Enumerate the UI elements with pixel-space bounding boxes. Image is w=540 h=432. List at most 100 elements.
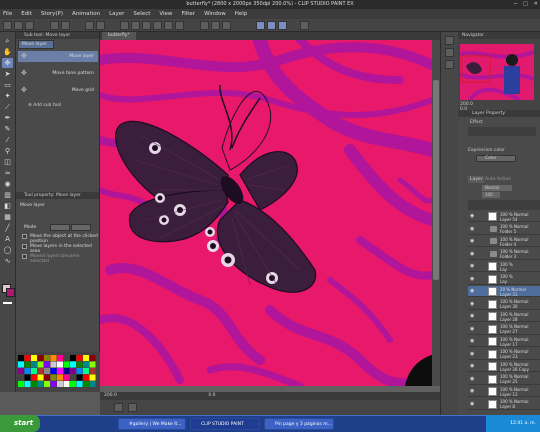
pen-tool-icon[interactable]: ✒ — [2, 113, 13, 123]
color-swatch[interactable] — [89, 381, 96, 387]
canvas-tab[interactable]: butterfly* — [102, 32, 136, 40]
maximize-button[interactable]: □ — [523, 0, 528, 9]
menu-story[interactable]: Story(P) — [41, 11, 63, 17]
shrink-selection-icon[interactable] — [222, 21, 231, 30]
visibility-eye-icon[interactable]: ◉ — [470, 401, 474, 407]
color-swatch[interactable] — [76, 374, 83, 381]
color-swatch[interactable] — [83, 361, 89, 368]
layer-row[interactable]: ◉ 100 % Normal Layer 12 — [468, 386, 540, 397]
visibility-eye-icon[interactable]: ◉ — [470, 364, 474, 369]
visibility-eye-icon[interactable]: ◉ — [470, 389, 474, 394]
visibility-eye-icon[interactable]: ◉ — [470, 251, 474, 257]
effect-buttons[interactable] — [468, 127, 536, 136]
visibility-eye-icon[interactable]: ◉ — [470, 276, 474, 282]
eyedropper-icon[interactable]: ⟋ — [2, 102, 13, 112]
snap-ruler-icon[interactable] — [256, 21, 265, 30]
color-swatch[interactable] — [70, 355, 76, 361]
layer-tab[interactable]: Layer — [468, 176, 484, 183]
option-checkbox-3[interactable] — [22, 254, 27, 259]
correct-line-icon[interactable]: ∿ — [2, 256, 13, 266]
color-swatch[interactable] — [50, 361, 57, 368]
color-swatch[interactable] — [50, 368, 57, 374]
assets-icon[interactable] — [61, 21, 70, 30]
clip-studio-icon[interactable] — [50, 21, 59, 30]
color-swatch[interactable] — [50, 381, 57, 387]
color-swatch[interactable] — [24, 381, 31, 387]
color-swatch[interactable] — [89, 355, 96, 361]
expression-color-select[interactable]: Color — [476, 155, 516, 162]
color-swatch[interactable] — [44, 374, 50, 381]
gradient-icon[interactable]: ▥ — [2, 190, 13, 200]
color-swatch[interactable] — [83, 374, 89, 381]
color-swatch[interactable] — [57, 361, 63, 368]
page-list-icon[interactable] — [128, 403, 137, 412]
visibility-eye-icon[interactable]: ◉ — [470, 326, 474, 332]
color-swatch[interactable] — [76, 368, 83, 374]
scrollbar-thumb[interactable] — [433, 80, 439, 280]
color-swatch[interactable] — [50, 374, 57, 381]
blend-tool-icon[interactable]: ≈ — [2, 168, 13, 178]
color-swatch[interactable] — [31, 355, 37, 361]
color-swatch[interactable] — [18, 361, 24, 368]
clear-icon[interactable] — [120, 21, 129, 30]
color-swatch[interactable] — [89, 368, 96, 374]
minimize-button[interactable]: ─ — [514, 0, 517, 9]
opacity-input[interactable]: 100 — [482, 192, 500, 198]
transparent-color-icon[interactable] — [3, 302, 12, 304]
menu-window[interactable]: Window — [204, 11, 226, 17]
color-swatch[interactable] — [89, 361, 96, 368]
layer-row[interactable]: ◉ 100 % Normal Layer 26 Copy — [468, 361, 540, 372]
visibility-eye-icon[interactable]: ◉ — [470, 314, 474, 319]
grid-icon[interactable] — [300, 21, 309, 30]
transform-icon[interactable] — [142, 21, 151, 30]
visibility-eye-icon[interactable]: ◉ — [470, 226, 474, 232]
color-swatch[interactable] — [83, 368, 89, 374]
taskbar-item-pinterest[interactable]: Pin page y 3 páginas m... — [264, 418, 334, 430]
color-swatch[interactable] — [44, 361, 50, 368]
crop-icon[interactable] — [200, 21, 209, 30]
snap-special-ruler-icon[interactable] — [267, 21, 276, 30]
color-swatch[interactable] — [63, 368, 70, 374]
layer-row[interactable]: ◉ 100 % Normal Layer 23 — [468, 349, 540, 360]
taskbar-item-browser[interactable]: #gallery | We Make It... — [118, 418, 186, 430]
color-swatch[interactable] — [24, 361, 31, 368]
mode-layer-button[interactable] — [50, 224, 70, 231]
item-bank-icon[interactable] — [445, 60, 454, 69]
invert-selection-icon[interactable] — [164, 21, 173, 30]
layer-row[interactable]: ◉ 100 % Normal Layer 54 — [468, 211, 540, 222]
new-file-icon[interactable] — [3, 21, 12, 30]
color-swatch[interactable] — [70, 374, 76, 381]
visibility-eye-icon[interactable]: ◉ — [470, 301, 474, 307]
menu-layer[interactable]: Layer — [109, 11, 124, 17]
visibility-eye-icon[interactable]: ◉ — [470, 239, 474, 244]
color-swatch[interactable] — [76, 355, 83, 361]
close-button[interactable]: ✕ — [534, 0, 538, 9]
color-swatch[interactable] — [57, 374, 63, 381]
pencil-tool-icon[interactable]: ✎ — [2, 124, 13, 134]
color-swatch[interactable] — [18, 381, 24, 387]
hand-tool-icon[interactable]: ✋ — [2, 47, 13, 57]
snap-grid-icon[interactable] — [278, 21, 287, 30]
color-swatch[interactable] — [31, 374, 37, 381]
color-swatch[interactable] — [37, 368, 44, 374]
menu-file[interactable]: File — [3, 11, 12, 17]
select-all-icon[interactable] — [175, 21, 184, 30]
color-swatch[interactable] — [37, 361, 44, 368]
layer-row[interactable]: ◉ 100 % Lay — [468, 261, 540, 272]
canvas[interactable] — [100, 40, 432, 386]
frame-border-icon[interactable]: ▦ — [2, 212, 13, 222]
color-swatch[interactable] — [24, 368, 31, 374]
color-swatch[interactable] — [24, 355, 31, 361]
save-icon[interactable] — [25, 21, 34, 30]
color-swatch[interactable] — [63, 361, 70, 368]
layer-row[interactable]: ◉ 100 % Normal Folder 4 — [468, 236, 540, 247]
open-file-icon[interactable] — [14, 21, 23, 30]
color-swatch[interactable] — [76, 381, 83, 387]
airbrush-icon[interactable]: ⚲ — [2, 146, 13, 156]
brush-tool-icon[interactable]: ⁄ — [2, 135, 13, 145]
menu-edit[interactable]: Edit — [21, 11, 32, 17]
layer-row[interactable]: ◉ 100 % Normal Layer 27 — [468, 324, 540, 335]
menu-select[interactable]: Select — [133, 11, 150, 17]
selection-tool-icon[interactable]: ▭ — [2, 80, 13, 90]
mode-object-button[interactable] — [71, 224, 91, 231]
